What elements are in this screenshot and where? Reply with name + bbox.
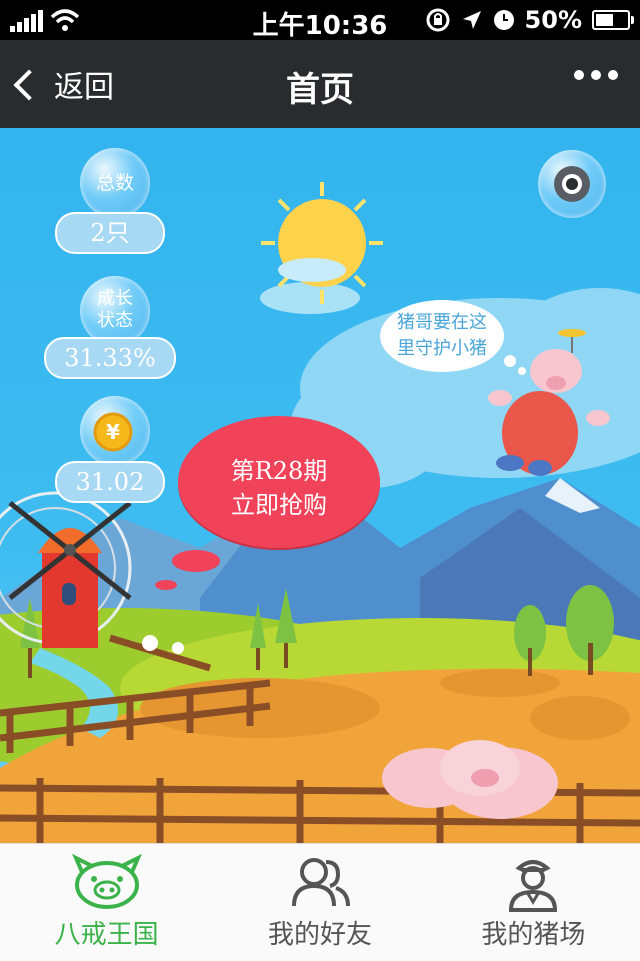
buy-now-button[interactable]: 第R28期 立即抢购 [178, 416, 380, 548]
speech-bubble: 猪哥要在这 里守护小猪 [380, 300, 504, 372]
tab-bar: 八戒王国 我的好友 我的猪场 [0, 843, 640, 961]
tab-friends[interactable]: 我的好友 [213, 844, 426, 961]
growth-label-2: 状态 [97, 310, 133, 331]
speech-line-1: 猪哥要在这 [397, 312, 487, 333]
camera-button[interactable] [538, 150, 606, 218]
growth-bubble: 成长 状态 [80, 276, 150, 346]
coin-bubble: ¥ [80, 396, 150, 466]
svg-text:¥: ¥ [106, 420, 120, 444]
total-label: 总数 [95, 172, 134, 194]
clock-icon [493, 10, 514, 30]
growth-value: 31.33% [44, 337, 176, 379]
coin-value: 31.02 [55, 461, 165, 503]
farm-scene: 总数 2只 成长 状态 31.33% ¥ 31.02 猪哥要在这 里守护小猪 第… [0, 128, 640, 843]
speech-line-2: 里守护小猪 [397, 338, 487, 359]
more-dot-icon [591, 70, 601, 80]
status-right: 50% [425, 6, 634, 34]
nav-bar: 返回 首页 [0, 40, 640, 128]
rotation-lock-icon [426, 8, 450, 32]
tab-farm[interactable]: 我的猪场 [427, 844, 640, 961]
more-button[interactable] [574, 70, 618, 80]
pig-icon [71, 854, 142, 909]
status-bar: 上午10:36 50% [0, 0, 640, 41]
location-icon [462, 11, 481, 29]
period-label: 第R28期 [230, 457, 328, 485]
friends-icon [291, 858, 350, 907]
buy-label: 立即抢购 [231, 491, 327, 519]
yen-coin-icon: ¥ [93, 412, 133, 452]
battery-percent: 50% [524, 6, 582, 34]
battery-icon [592, 10, 634, 30]
tab-farm-label: 我的猪场 [481, 920, 586, 950]
sun-icon [261, 182, 383, 304]
page-title: 首页 [286, 70, 354, 110]
total-value: 2只 [55, 212, 165, 254]
farmer-icon [509, 860, 558, 912]
tab-friends-label: 我的好友 [267, 920, 372, 950]
total-bubble: 总数 [80, 148, 150, 218]
camera-icon [554, 166, 590, 202]
more-dot-icon [574, 70, 584, 80]
more-dot-icon [608, 70, 618, 80]
tab-kingdom[interactable]: 八戒王国 [0, 844, 213, 961]
growth-label-1: 成长 [97, 288, 133, 309]
tab-kingdom-label: 八戒王国 [54, 920, 159, 950]
